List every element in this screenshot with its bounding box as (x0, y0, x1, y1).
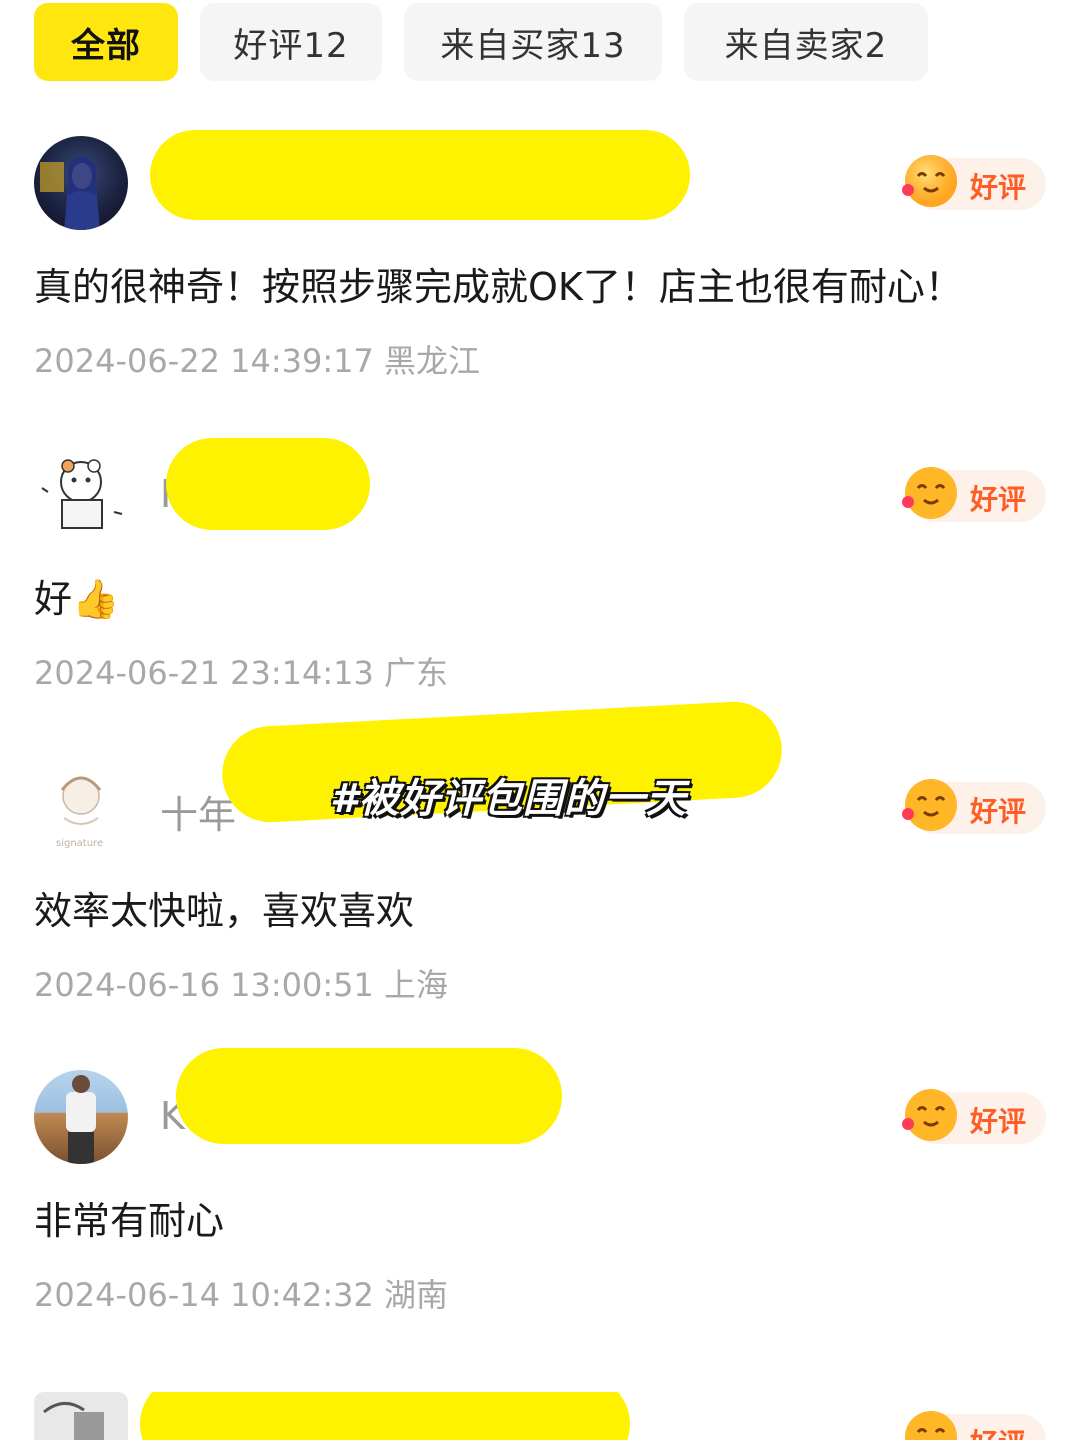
avatar[interactable] (34, 1392, 128, 1440)
review-timestamp: 2024-06-16 13:00:51 (34, 966, 374, 1004)
review-content: 效率太快啦，喜欢喜欢 (34, 889, 415, 933)
username: 十年 (160, 793, 237, 837)
badge-label: 好评 (970, 171, 1027, 204)
svg-text:signature: signature (56, 838, 103, 849)
avatar-image (41, 459, 123, 529)
badge-label: 好评 (970, 795, 1027, 828)
avatar[interactable] (34, 1070, 128, 1164)
avatar-image (66, 1075, 96, 1164)
smile-icon (905, 1411, 957, 1440)
avatar[interactable] (34, 136, 128, 230)
positive-review-badge: 好评 (902, 1089, 1046, 1144)
review-content: 非常有耐心 (34, 1199, 225, 1243)
avatar[interactable] (34, 448, 128, 542)
redacted-username (150, 130, 690, 220)
positive-review-badge: 好评 (902, 467, 1046, 522)
smile-icon (902, 1089, 957, 1141)
review-content: 真的很神奇！按照步骤完成就OK了！店主也很有耐心！ (34, 265, 963, 309)
review-meta: 2024-06-22 14:39:17 黑龙江 (34, 336, 480, 382)
avatar[interactable]: signature (34, 760, 128, 854)
review-item: 好评 真的很神奇！按照步骤完成就OK了！店主也很有耐心！ 2024-06-22 … (0, 130, 1080, 436)
tab-positive[interactable]: 好评12 (200, 3, 382, 81)
review-content: 好👍 (34, 577, 120, 621)
redacted-username (140, 1392, 630, 1440)
smile-icon (902, 779, 957, 831)
review-meta: 2024-06-14 10:42:32 湖南 (34, 1270, 448, 1316)
review-location: 广东 (384, 654, 449, 692)
review-timestamp: 2024-06-22 14:39:17 (34, 342, 374, 380)
review-timestamp: 2024-06-21 23:14:13 (34, 654, 374, 692)
positive-review-badge: 好评 (902, 779, 1046, 834)
review-meta: 2024-06-21 23:14:13 广东 (34, 648, 448, 694)
badge-label: 好评 (970, 1422, 1026, 1440)
review-item: 好评 (0, 1392, 1080, 1440)
review-location: 湖南 (384, 1276, 449, 1314)
redacted-username (166, 438, 370, 530)
redacted-username (176, 1048, 562, 1144)
smile-icon (902, 155, 957, 207)
badge-label: 好评 (970, 483, 1027, 516)
tab-all[interactable]: 全部 (34, 3, 178, 81)
badge-label: 好评 (970, 1105, 1027, 1138)
review-item: K 好评 非常有耐心 2024-06-14 10:42:32 湖南 (0, 1048, 1080, 1370)
review-location: 上海 (384, 966, 449, 1004)
smile-icon (902, 467, 957, 519)
avatar-image (40, 156, 100, 230)
review-location: 黑龙江 (384, 342, 481, 380)
overlay-hashtag: #被好评包围的一天 (330, 776, 687, 822)
positive-review-badge: 好评 (902, 155, 1046, 210)
positive-review-badge: 好评 (905, 1411, 1046, 1440)
tab-from-sellers[interactable]: 来自卖家2 (684, 3, 928, 81)
avatar-image (43, 1402, 104, 1440)
review-item: I 好评 好👍 2024-06-21 23:14:13 广东 (0, 438, 1080, 748)
tab-from-buyers[interactable]: 来自买家13 (404, 3, 662, 81)
review-meta: 2024-06-16 13:00:51 上海 (34, 960, 448, 1006)
filter-tabs: 全部 好评12 来自买家13 来自卖家2 (34, 3, 928, 81)
review-timestamp: 2024-06-14 10:42:32 (34, 1276, 374, 1314)
avatar-image: signature (56, 776, 103, 849)
